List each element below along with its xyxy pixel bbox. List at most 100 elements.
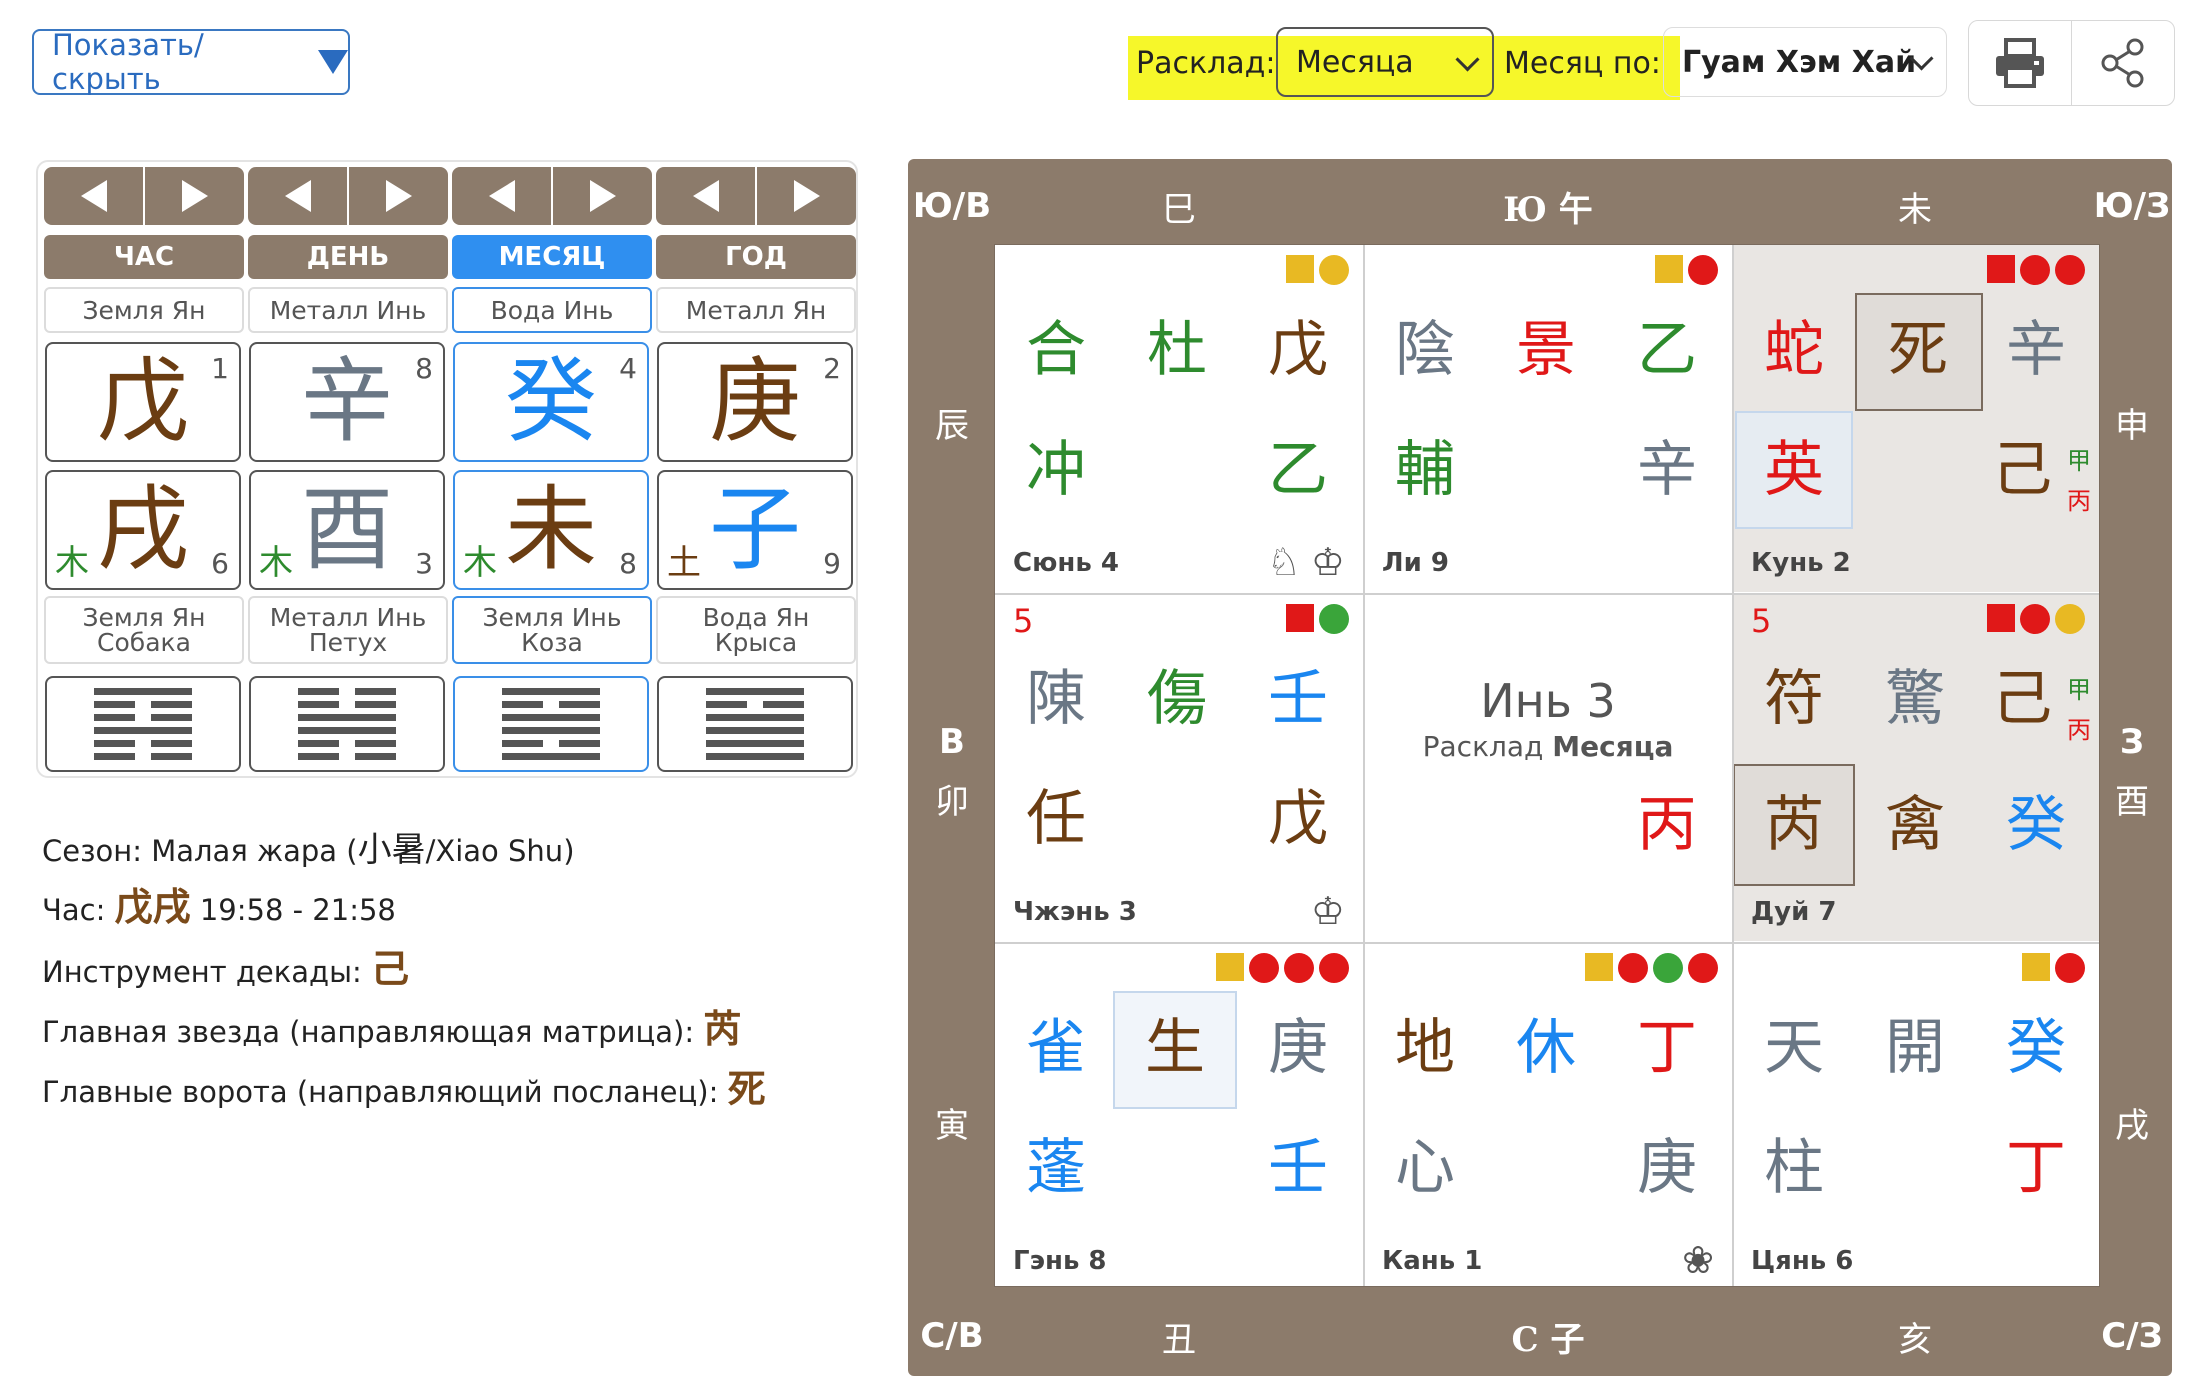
palace-badge: 5 [1013,602,1034,640]
stem-number: 4 [619,352,637,385]
hexagram-day[interactable] [249,676,445,772]
season-cn: 小暑 [357,830,426,870]
layout-select-value: Месяца [1296,44,1414,80]
corner-se: Ю/В [912,186,992,226]
left-branch-2: 卯 [935,782,969,822]
bottom-branch-1: 丑 [1162,1320,1196,1360]
hexagram-icon [94,688,192,760]
palace-zhen[interactable]: 5 陳 傷 壬 任 戊 Чжэнь 3 ♔ [995,594,1363,941]
animal-name: Крыса [714,628,798,657]
palace-name: Дуй 7 [1751,897,1837,927]
month-prev-button[interactable] [452,167,553,225]
palace-star: 柱 [1764,1133,1824,1203]
year-nav [656,167,856,225]
palace-kan[interactable]: 地 休 丁 心 庚 Кань 1 ❀ [1364,943,1732,1290]
print-button[interactable] [1968,20,2072,106]
hexagram-hour[interactable] [45,676,241,772]
palace-heaven-stem: 乙 [1637,315,1697,385]
branch-cell-hour[interactable]: 戌 6 木 [45,470,241,590]
palace-xun[interactable]: 合 杜 戊 冲 乙 Сюнь 4 ♘ ♔ [995,245,1363,592]
palace-spirit: 天 [1764,1013,1824,1083]
circle-marker-icon [2055,953,2085,983]
bottom-branch-2: С 子 [1511,1320,1585,1360]
hour-prev-button[interactable] [44,167,145,225]
star-line: Главная звезда (направляющая матрица): 芮 [42,998,741,1053]
animal-name: Собака [97,628,191,657]
palace-markers [1987,255,2085,285]
circle-marker-icon [2055,255,2085,285]
stem-cell-hour[interactable]: 戊 1 [45,342,241,462]
horse-icon: ♘ [1266,540,1301,584]
hexagram-icon [706,688,804,760]
palace-earth-stem: 辛 [1637,435,1697,505]
season-label: Сезон: [42,834,142,868]
center-subtitle-bold: Месяца [1552,730,1674,763]
circle-marker-icon [1319,255,1349,285]
palace-sub-stem-2: 丙 [2067,487,2091,515]
month-by-label: Месяц по: [1504,46,1661,81]
arrow-left-icon [80,180,107,212]
tab-day[interactable]: ДЕНЬ [248,235,448,279]
square-marker-icon [2022,953,2050,981]
hour-nav [44,167,244,225]
center-subtitle-pre: Расклад [1422,730,1553,763]
star-char: 芮 [703,1006,742,1051]
bottom-branch-3: 亥 [1898,1320,1932,1360]
branch-cell-year[interactable]: 子 9 土 [657,470,853,590]
palace-markers [1987,604,2085,634]
day-next-button[interactable] [349,167,448,225]
month-next-button[interactable] [553,167,652,225]
corner-nw: С/З [2101,1316,2163,1356]
year-prev-button[interactable] [656,167,757,225]
stem-number: 8 [415,352,433,385]
stem-cell-day[interactable]: 辛 8 [249,342,445,462]
stem-cell-month[interactable]: 癸 4 [453,342,649,462]
share-button[interactable] [2071,20,2175,106]
branch-cell-day[interactable]: 酉 3 木 [249,470,445,590]
hexagram-month[interactable] [453,676,649,772]
decade-line: Инструмент декады: 己 [42,938,409,993]
day-prev-button[interactable] [248,167,349,225]
stem-cell-year[interactable]: 庚 2 [657,342,853,462]
hour-chars: 戊戌 [114,884,191,929]
palace-center[interactable]: Инь 3 Расклад Месяца 丙 [1364,594,1732,941]
palace-kun[interactable]: 蛇 死 辛 英 己 甲 丙 Кунь 2 [1733,245,2099,592]
stem-element-hour: Земля Ян [44,287,244,333]
palace-gen[interactable]: 雀 生 庚 蓬 壬 Гэнь 8 [995,943,1363,1290]
palace-earth-stem: 癸 [2006,790,2066,860]
grid-divider [995,942,2099,944]
right-branch-1: 申 [2115,406,2149,446]
year-next-button[interactable] [757,167,856,225]
palace-markers [1216,953,1349,983]
hexagram-year[interactable] [657,676,853,772]
branch-number: 9 [823,547,841,580]
layout-select[interactable]: Месяца [1276,27,1494,97]
gate-label: Главные ворота (направляющий посланец): [42,1075,719,1109]
palace-dui[interactable]: 5 符 驚 己 甲 丙 芮 禽 癸 Дуй 7 [1733,594,2099,941]
tab-year[interactable]: ГОД [656,235,856,279]
right-branch-3: 戌 [2115,1106,2149,1146]
tab-month[interactable]: МЕСЯЦ [452,235,652,279]
arrow-right-icon [589,180,616,212]
tab-hour[interactable]: ЧАС [44,235,244,279]
palace-markers [2022,953,2085,983]
palace-name: Ли 9 [1382,548,1449,578]
palace-heaven-stem: 癸 [2006,1013,2066,1083]
grid-divider [1363,245,1365,1286]
palace-gate: 景 [1516,315,1576,385]
palace-earth-stem: 壬 [1268,1133,1328,1203]
branch-cell-month[interactable]: 未 8 木 [453,470,649,590]
palace-markers [1585,953,1718,983]
palace-gate: 死 [1888,315,1948,385]
show-hide-button[interactable]: Показать/скрыть [32,28,350,96]
palace-li[interactable]: 陰 景 乙 輔 辛 Ли 9 [1364,245,1732,592]
branch-element: 木 [463,543,497,583]
hour-next-button[interactable] [145,167,244,225]
star-label: Главная звезда (направляющая матрица): [42,1015,695,1049]
palace-qian[interactable]: 天 開 癸 柱 丁 Цянь 6 [1733,943,2099,1290]
palace-heaven-stem: 戊 [1268,315,1328,385]
circle-marker-icon [1688,255,1718,285]
month-by-select[interactable]: Гуам Хэм Хай [1663,27,1947,97]
center-title: Инь 3 [1480,674,1616,728]
palace-name: Сюнь 4 [1013,548,1119,578]
